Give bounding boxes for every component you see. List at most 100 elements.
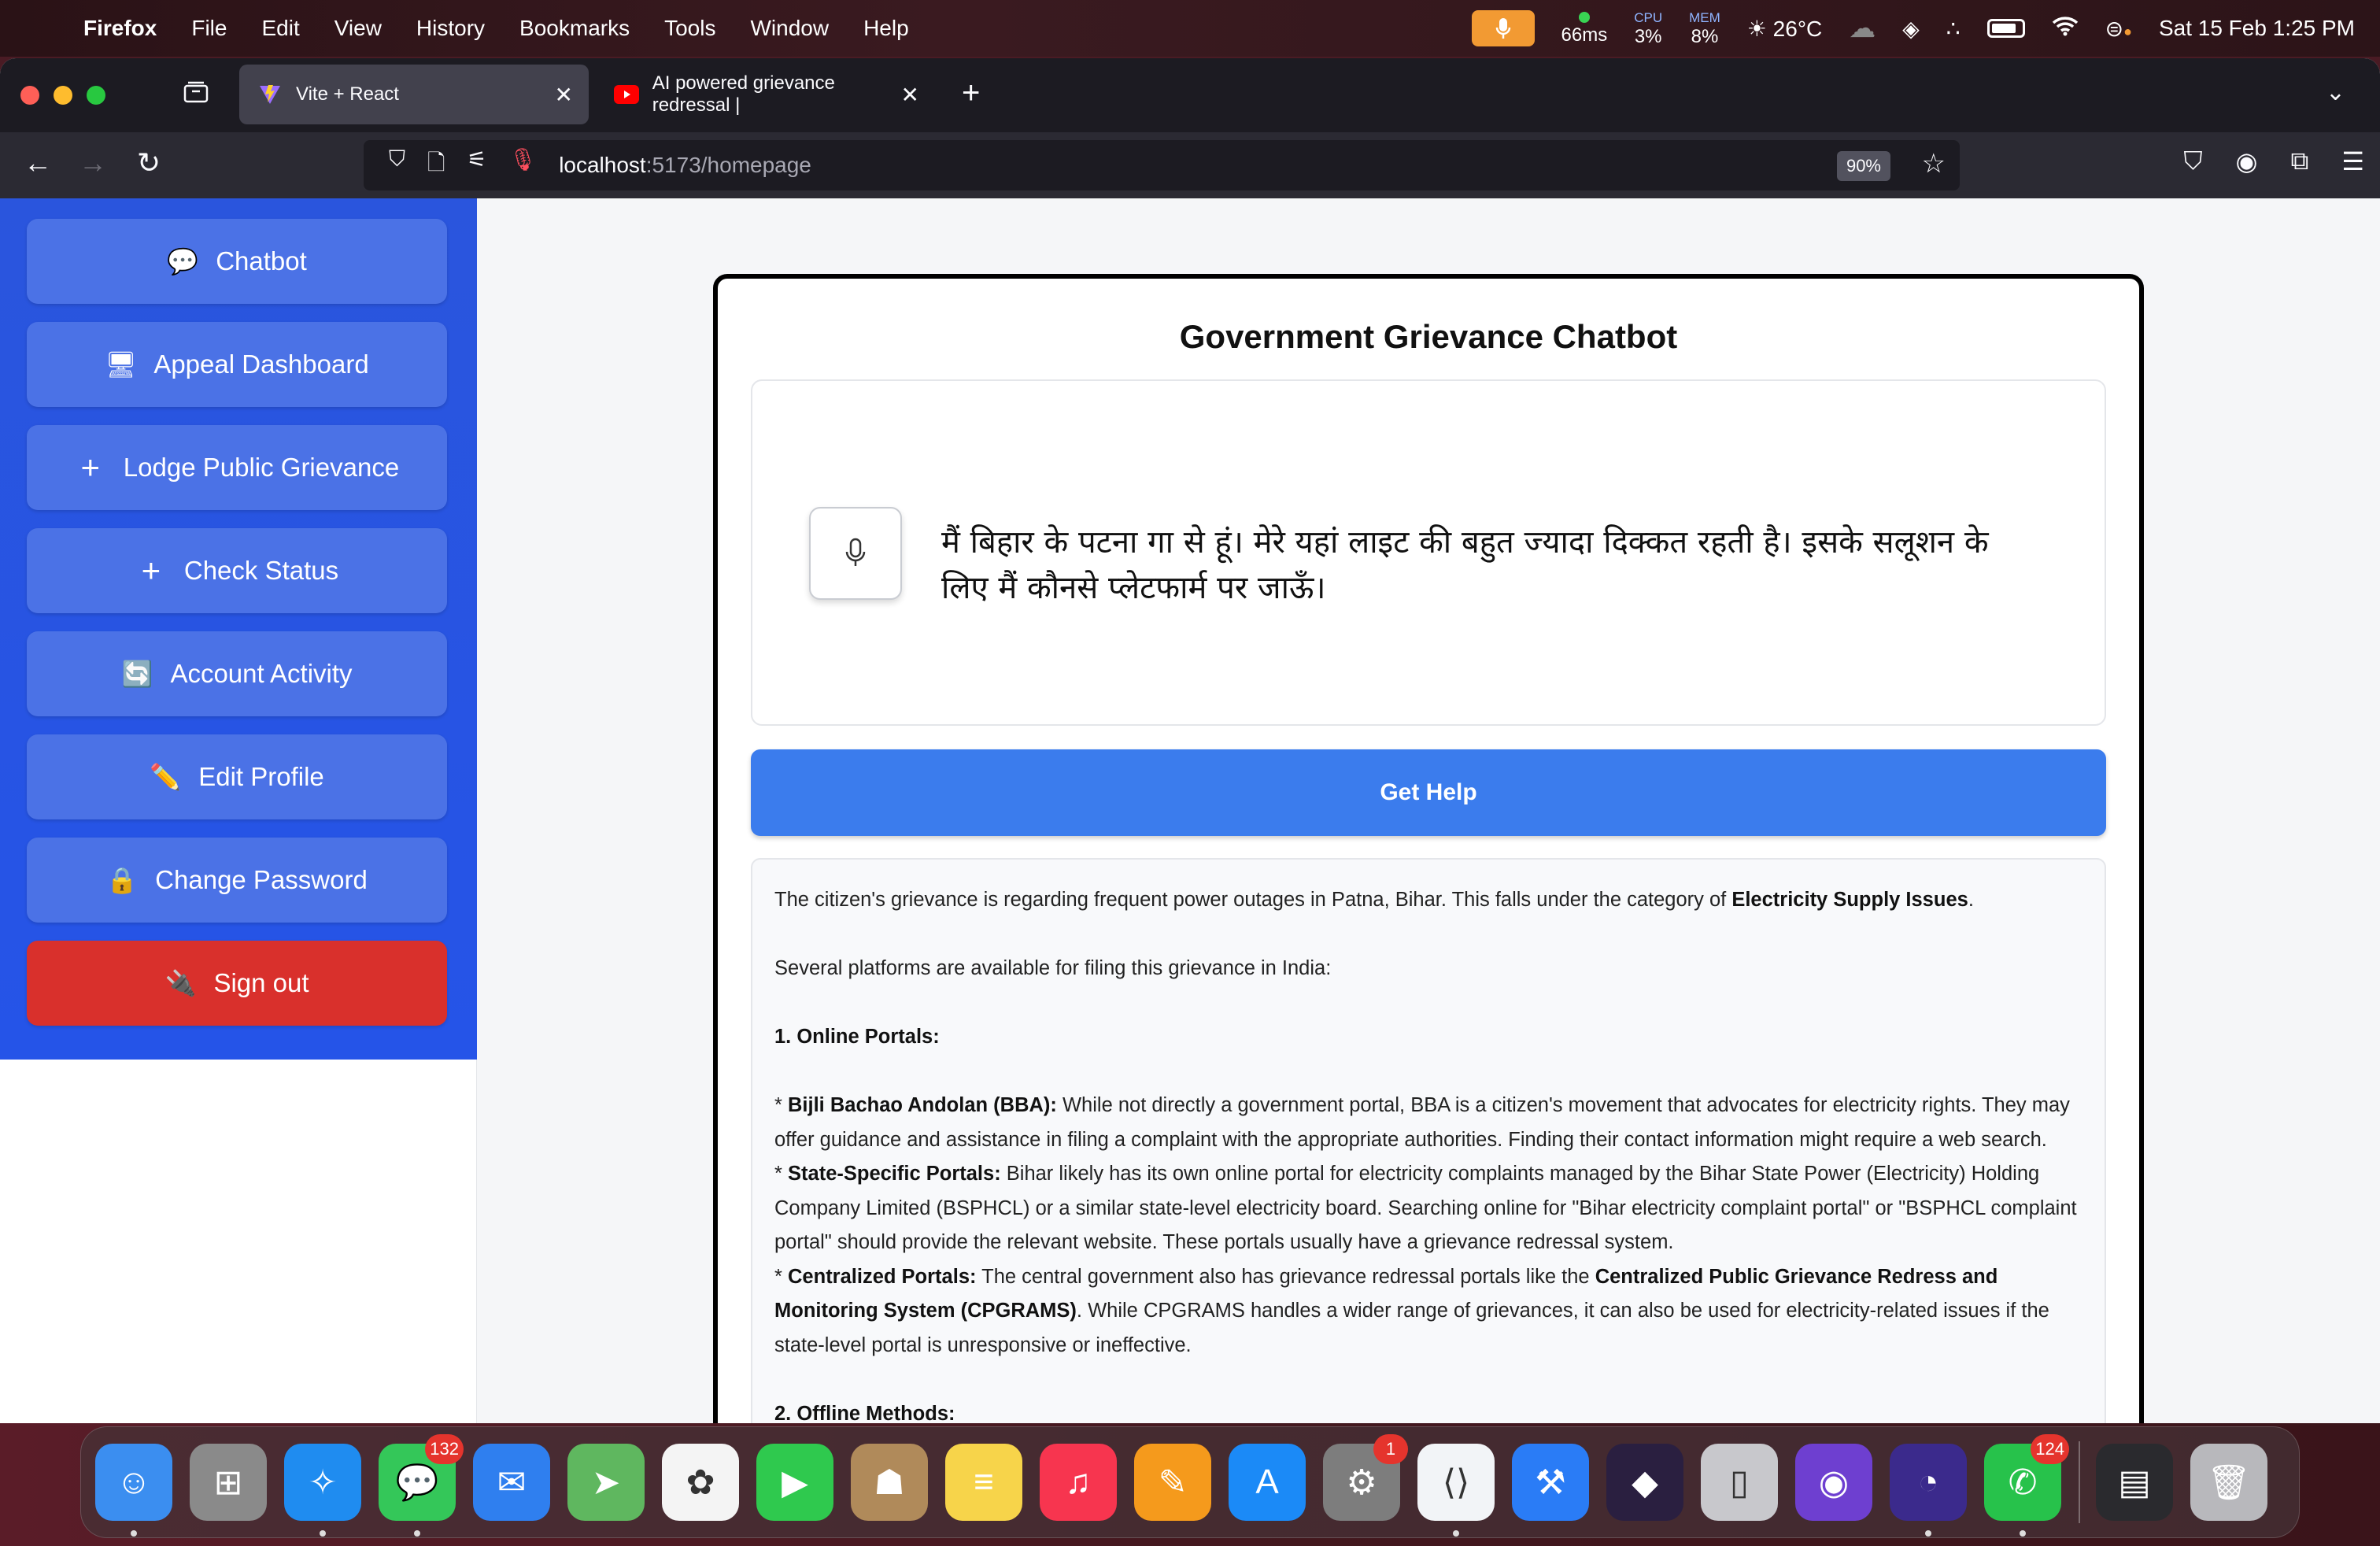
system-settings-dock-icon[interactable]: ⚙ 1	[1323, 1434, 1408, 1521]
sidebar-item-lodge-grievance[interactable]: + Lodge Public Grievance	[27, 425, 447, 510]
launchpad-dock-icon[interactable]: ⊞	[190, 1444, 267, 1521]
maps-dock-icon[interactable]: ➤	[567, 1444, 645, 1521]
pocket-icon[interactable]: ⛉	[2184, 146, 2203, 176]
latency-dot-icon	[1578, 12, 1590, 23]
github-desktop-dock-icon[interactable]: ◉	[1795, 1444, 1872, 1521]
navigation-bar: ← → ↻ ⛉ 🗋 ⚟ 🎙 localhost:5173/homepage 90…	[0, 132, 2380, 198]
back-arrow-icon[interactable]: ←	[24, 146, 52, 179]
query-input-box[interactable]: मैं बिहार के पटना गा से हूं। मेरे यहां ल…	[751, 379, 2106, 726]
macos-menubar: Firefox File Edit View History Bookmarks…	[0, 0, 2380, 57]
url-text[interactable]: localhost:5173/homepage	[559, 153, 811, 178]
shield-icon[interactable]: ⛉	[389, 146, 405, 184]
chevron-down-icon[interactable]: ⌄	[2326, 79, 2345, 106]
reload-icon[interactable]: ↻	[137, 146, 161, 179]
menu-hamburger-icon[interactable]: ☰	[2341, 146, 2364, 176]
mem-stat[interactable]: MEM 8%	[1689, 11, 1720, 46]
sidebar: 💬 Chatbot 🖥 Appeal Dashboard + Lodge Pub…	[0, 198, 477, 1060]
wifi-icon[interactable]	[2052, 16, 2079, 42]
battery-icon[interactable]	[1986, 19, 2025, 38]
sidebar-item-appeal-dashboard[interactable]: 🖥 Appeal Dashboard	[27, 322, 447, 407]
dots-icon[interactable]: ∴	[1946, 16, 1961, 42]
pages-dock-icon[interactable]: ✎	[1134, 1444, 1211, 1521]
obsidian-dock-icon[interactable]: ◆	[1606, 1444, 1683, 1521]
sidebar-item-change-password[interactable]: 🔒 Change Password	[27, 838, 447, 923]
menu-history[interactable]: History	[416, 16, 485, 41]
response-bullet: * Bijli Bachao Andolan (BBA): While not …	[774, 1094, 2070, 1151]
zoom-level-badge[interactable]: 90%	[1836, 151, 1890, 181]
vscode-dock-icon[interactable]: ⟨⟩	[1417, 1444, 1495, 1537]
menu-bookmarks[interactable]: Bookmarks	[519, 16, 630, 41]
control-center-icon[interactable]: ⊜●	[2105, 16, 2132, 42]
whatsapp-dock-icon[interactable]: ✆ 124	[1984, 1434, 2069, 1537]
refresh-icon: 🔄	[121, 660, 153, 688]
mail-dock-icon[interactable]: ✉	[473, 1444, 550, 1521]
datetime[interactable]: Sat 15 Feb 1:25 PM	[2159, 16, 2355, 41]
plus-icon: +	[141, 552, 161, 589]
app-store-dock-icon[interactable]: A	[1229, 1444, 1306, 1521]
bookmark-star-icon[interactable]: ☆	[1922, 148, 1946, 179]
new-tab-icon[interactable]: +	[962, 76, 980, 111]
safari-dock-icon[interactable]: ✧	[284, 1444, 361, 1537]
downloads-stack-dock-icon[interactable]: ▤	[2096, 1444, 2173, 1521]
firefox-dock-icon[interactable]: ◔	[1890, 1444, 1967, 1537]
microphone-indicator-icon[interactable]	[1471, 10, 1535, 46]
xcode-dock-icon[interactable]: ⚒	[1512, 1444, 1589, 1521]
forward-arrow-icon[interactable]: →	[79, 146, 107, 179]
page-icon[interactable]: 🗋	[427, 146, 445, 184]
voice-input-button[interactable]	[809, 507, 902, 600]
dock: ☺ ⊞ ✧ 💬 132 ✉ ➤ ✿ ▶ ☗ ≡ ♫ ✎ A ⚙ 1 ⟨⟩ ⚒ ◆ ▯ ◉ ◔ ✆ 124 ▤ 🗑	[80, 1426, 2300, 1538]
sidebar-item-account-activity[interactable]: 🔄 Account Activity	[27, 631, 447, 716]
notes-dock-icon[interactable]: ≡	[945, 1444, 1022, 1521]
zoom-window-button[interactable]	[87, 86, 105, 105]
close-tab-icon[interactable]: ✕	[901, 82, 919, 108]
menu-view[interactable]: View	[334, 16, 382, 41]
mic-permission-icon[interactable]: 🎙	[509, 146, 538, 184]
permissions-icon[interactable]: ⚟	[468, 146, 487, 184]
menu-help[interactable]: Help	[863, 16, 909, 41]
menu-window[interactable]: Window	[750, 16, 829, 41]
menu-file[interactable]: File	[191, 16, 227, 41]
sign-out-button[interactable]: 🔌 Sign out	[27, 941, 447, 1026]
pencil-icon: ✏️	[150, 763, 182, 791]
url-bar[interactable]: ⛉ 🗋 ⚟ 🎙 localhost:5173/homepage 90% ☆	[364, 140, 1960, 190]
notification-badge: 132	[425, 1434, 464, 1464]
weather-status[interactable]: ☀ 26°C	[1747, 16, 1822, 42]
contacts-dock-icon[interactable]: ☗	[851, 1444, 928, 1521]
tab-title: AI powered grievance redressal |	[652, 72, 835, 116]
menu-tools[interactable]: Tools	[664, 16, 715, 41]
messages-dock-icon[interactable]: 💬 132	[379, 1434, 464, 1537]
vite-icon	[257, 83, 283, 106]
extensions-icon[interactable]: ⧉	[2290, 146, 2308, 176]
minimize-window-button[interactable]	[54, 86, 72, 105]
sidebar-item-edit-profile[interactable]: ✏️ Edit Profile	[27, 734, 447, 819]
layers-icon[interactable]: ◈	[1902, 16, 1920, 42]
speech-bubble-icon: 💬	[167, 247, 199, 276]
simulator-dock-icon[interactable]: ▯	[1701, 1444, 1778, 1521]
sidebar-filler	[0, 1060, 477, 1423]
music-dock-icon[interactable]: ♫	[1040, 1444, 1117, 1521]
latency-stat[interactable]: 66ms	[1561, 12, 1607, 45]
photos-dock-icon[interactable]: ✿	[662, 1444, 739, 1521]
account-icon[interactable]: ◉	[2236, 146, 2258, 176]
trash-dock-icon[interactable]: 🗑	[2190, 1444, 2267, 1521]
youtube-icon	[614, 83, 640, 106]
tab-vite-react[interactable]: Vite + React ✕	[239, 65, 589, 124]
tab-ai-grievance[interactable]: AI powered grievance redressal | ✕	[597, 65, 935, 124]
url-bar-icons: ⛉ 🗋 ⚟ 🎙	[389, 146, 537, 184]
cpu-stat[interactable]: CPU 3%	[1634, 11, 1662, 46]
query-text[interactable]: मैं बिहार के पटना गा से हूं। मेरे यहां ल…	[941, 520, 2027, 611]
response-heading: 1. Online Portals:	[774, 1026, 940, 1048]
firefox-view-icon[interactable]	[183, 80, 214, 109]
close-window-button[interactable]	[20, 86, 39, 105]
app-menu[interactable]: Firefox	[83, 16, 157, 41]
sidebar-item-check-status[interactable]: + Check Status	[27, 528, 447, 613]
cloud-icon[interactable]: ☁	[1849, 13, 1876, 44]
close-tab-icon[interactable]: ✕	[555, 82, 573, 108]
finder-dock-icon[interactable]: ☺	[95, 1444, 172, 1537]
get-help-button[interactable]: Get Help	[751, 749, 2106, 836]
facetime-dock-icon[interactable]: ▶	[756, 1444, 833, 1521]
menu-edit[interactable]: Edit	[261, 16, 299, 41]
microphone-icon	[845, 538, 866, 566]
dock-separator	[2079, 1441, 2080, 1523]
sidebar-item-chatbot[interactable]: 💬 Chatbot	[27, 219, 447, 304]
